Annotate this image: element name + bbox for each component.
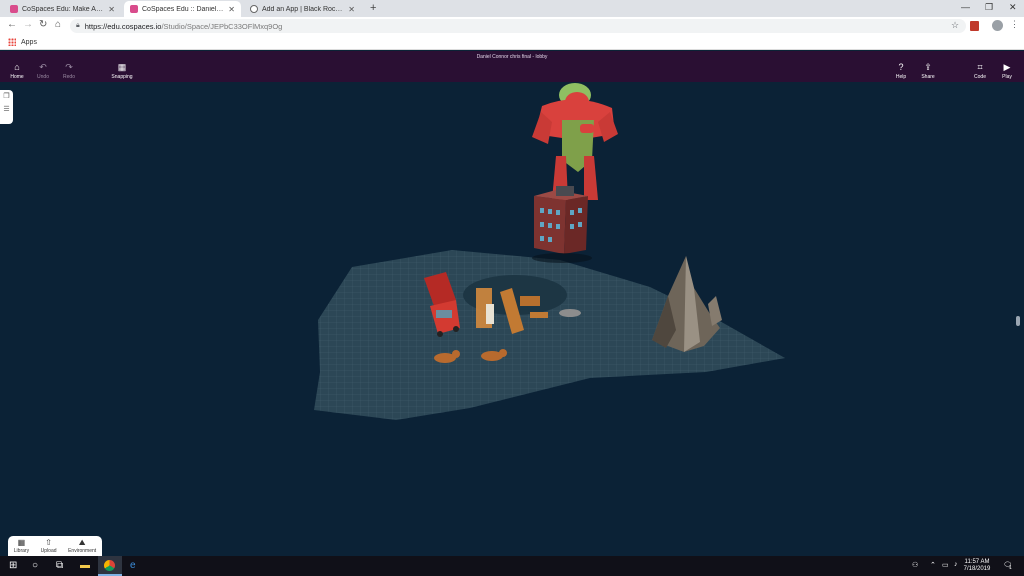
home-label: Home — [10, 74, 24, 80]
chrome-taskbar-item[interactable] — [98, 556, 122, 576]
list-icon[interactable]: ☰ — [0, 103, 13, 116]
forward-icon[interactable]: → — [23, 19, 33, 30]
library-label: Library — [13, 548, 30, 554]
menu-icon[interactable]: ⋮ — [1010, 19, 1019, 30]
star-icon[interactable]: ☆ — [951, 20, 959, 31]
close-icon[interactable]: ✕ — [228, 5, 235, 14]
upload-icon: ⇧ — [45, 538, 52, 547]
snapping-button[interactable]: ▦ Snapping — [110, 62, 134, 81]
undo-button[interactable]: ↶ Undo — [31, 62, 55, 81]
close-icon[interactable]: ✕ — [108, 5, 115, 14]
building-model[interactable] — [532, 186, 592, 263]
cospaces-icon — [10, 5, 18, 13]
upload-button[interactable]: ⇧ Upload — [40, 538, 57, 555]
redo-icon: ↷ — [65, 62, 73, 72]
environment-label: Environment — [68, 548, 97, 554]
tab-black-rocket[interactable]: Add an App | Black Rocket Arcad ✕ — [244, 1, 361, 17]
window-close-icon[interactable]: ✕ — [1009, 2, 1017, 13]
raccoon-model[interactable] — [559, 309, 581, 317]
play-button[interactable]: ▶ Play — [995, 62, 1019, 81]
code-icon: ⌗ — [977, 62, 983, 72]
address-row: ← → ↻ ⌂ 🔒︎ https://edu.cospaces.io/Studi… — [0, 17, 1024, 35]
code-label: Code — [974, 74, 986, 80]
home-icon: ⌂ — [14, 62, 20, 72]
edge-icon[interactable]: e — [130, 560, 136, 571]
help-icon: ? — [898, 62, 904, 72]
snapping-label: Snapping — [111, 74, 133, 80]
gorilla-model[interactable] — [532, 83, 618, 200]
back-icon[interactable]: ← — [7, 19, 17, 30]
clock-date: 7/18/2019 — [963, 566, 991, 572]
browser-tabstrip: CoSpaces Edu: Make AR & VR in ✕ CoSpaces… — [0, 0, 1024, 17]
reload-icon[interactable]: ↻ — [39, 19, 47, 30]
share-button[interactable]: ⇪ Share — [916, 62, 940, 81]
chrome-icon — [104, 560, 115, 571]
environment-icon: ⛰︎ — [78, 538, 86, 547]
tab-title: Add an App | Black Rocket Arcad — [262, 5, 345, 13]
notification-count: 1 — [1009, 565, 1012, 571]
undo-label: Undo — [37, 74, 49, 80]
volume-icon[interactable]: ♪ — [954, 561, 958, 568]
scene-title: Daniel Connor chris final - lobby — [476, 54, 548, 60]
new-tab-button[interactable]: + — [370, 2, 376, 14]
minimize-icon[interactable]: — — [961, 2, 970, 12]
scene-viewport[interactable] — [0, 82, 1024, 556]
scrollbar-thumb[interactable] — [1016, 316, 1020, 326]
clock-time: 11:57 AM — [964, 559, 990, 565]
app-toolbar: Daniel Connor chris final - lobby ⌂ Home… — [0, 51, 1024, 82]
task-view-icon[interactable]: ⧉ — [56, 560, 63, 571]
pdf-extension-icon[interactable] — [970, 21, 979, 31]
home-icon[interactable]: ⌂ — [55, 19, 61, 30]
address-bar[interactable]: 🔒︎ https://edu.cospaces.io/Studio/Space/… — [70, 19, 966, 33]
redo-label: Redo — [63, 74, 75, 80]
objects-icon[interactable]: ❐ — [0, 90, 13, 103]
tab-title: CoSpaces Edu :: Daniel Connor c — [142, 5, 224, 13]
tab-title: CoSpaces Edu: Make AR & VR in — [22, 5, 104, 13]
network-icon[interactable]: ▭ — [942, 561, 949, 569]
windows-start-icon[interactable]: ⊞ — [9, 560, 17, 571]
tab-cospaces-studio[interactable]: CoSpaces Edu :: Daniel Connor c ✕ — [124, 1, 241, 17]
library-button[interactable]: ▦ Library — [13, 538, 30, 555]
tab-cospaces-home[interactable]: CoSpaces Edu: Make AR & VR in ✕ — [4, 1, 121, 17]
cortana-icon[interactable]: ○ — [32, 560, 38, 571]
cospaces-icon — [130, 5, 138, 13]
people-icon[interactable]: ⚇ — [912, 561, 918, 569]
close-icon[interactable]: ✕ — [348, 5, 355, 14]
globe-icon — [250, 5, 258, 13]
undo-icon: ↶ — [39, 62, 47, 72]
home-button[interactable]: ⌂ Home — [5, 62, 29, 81]
play-label: Play — [1002, 74, 1012, 80]
upload-label: Upload — [40, 548, 57, 554]
help-button[interactable]: ? Help — [889, 62, 913, 81]
play-icon: ▶ — [1003, 62, 1011, 72]
help-label: Help — [895, 74, 907, 80]
side-panel-tabs: ❐ ☰ — [0, 90, 13, 124]
share-icon: ⇪ — [924, 62, 932, 72]
file-explorer-icon[interactable]: ▬ — [80, 560, 90, 571]
terrain-grid — [314, 250, 785, 420]
url-path: /Studio/Space/JEPbC33OFlMxq9Og — [161, 21, 283, 31]
profile-avatar[interactable] — [992, 20, 1003, 31]
grid-icon: ▦ — [117, 62, 127, 72]
system-clock[interactable]: 11:57 AM 7/18/2019 — [962, 559, 992, 573]
library-panel: ▦ Library ⇧ Upload ⛰︎ Environment — [8, 536, 102, 556]
bookmark-apps[interactable]: Apps — [21, 39, 37, 46]
share-label: Share — [921, 74, 935, 80]
code-button[interactable]: ⌗ Code — [968, 62, 992, 81]
bookmarks-bar: Apps — [0, 35, 1024, 50]
lock-icon: 🔒︎ — [76, 22, 80, 29]
url-host: https://edu.cospaces.io — [84, 21, 162, 31]
windows-taskbar: ⊞ ○ ⧉ ▬ e ⚇ ⌃ ▭ ♪ 11:57 AM 7/18/2019 🗨︎ … — [0, 556, 1024, 576]
redo-button[interactable]: ↷ Redo — [57, 62, 81, 81]
environment-button[interactable]: ⛰︎ Environment — [68, 538, 97, 555]
library-grid-icon: ▦ — [17, 538, 26, 547]
restore-icon[interactable]: ❐ — [985, 2, 993, 13]
tray-chevron-icon[interactable]: ⌃ — [930, 561, 936, 569]
apps-icon — [8, 38, 16, 46]
